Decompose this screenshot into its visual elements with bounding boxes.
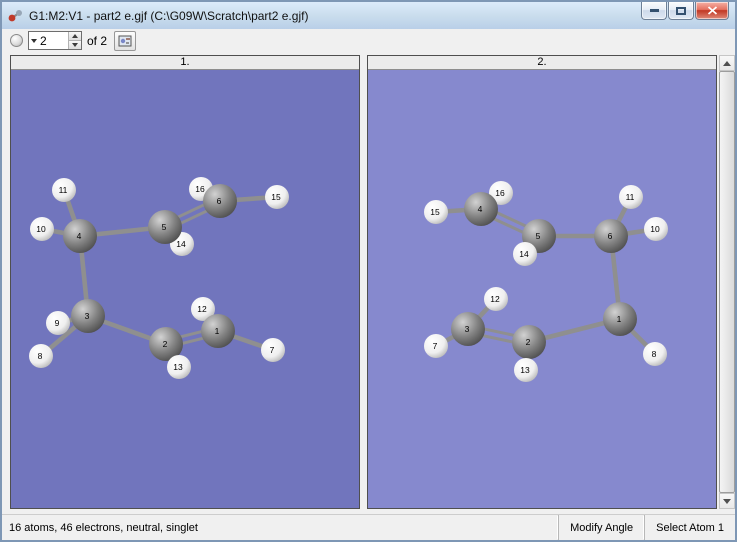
frame-number-input[interactable]: 2 xyxy=(37,32,68,49)
close-button[interactable] xyxy=(695,2,729,20)
molecule-canvas-2[interactable]: 16 4 15 5 14 6 11 10 1 8 2 13 3 12 7 xyxy=(368,70,716,508)
arrow-down-icon xyxy=(72,43,78,47)
atom-label-11: 11 xyxy=(59,185,68,195)
atom-label-14: 14 xyxy=(519,249,529,259)
atom-label-2: 2 xyxy=(163,339,168,349)
frame-panel-1[interactable]: 1. 16 14 6 15 5 11 10 4 3 9 8 12 1 2 13 7 xyxy=(10,55,360,509)
minimize-button[interactable] xyxy=(641,2,667,20)
atom-label-16: 16 xyxy=(195,184,205,194)
atom-label-13: 13 xyxy=(520,365,530,375)
atom-label-5: 5 xyxy=(162,222,167,232)
scroll-up-button[interactable] xyxy=(719,55,735,71)
frame-spin-down-button[interactable] xyxy=(69,40,81,49)
atom-label-9: 9 xyxy=(55,318,60,328)
window-title: G1:M2:V1 - part2 e.gjf (C:\G09W\Scratch\… xyxy=(29,8,309,23)
scroll-up-icon xyxy=(723,60,731,66)
vertical-scrollbar[interactable] xyxy=(719,55,735,509)
atom-label-11: 11 xyxy=(626,192,635,202)
atom-label-1: 1 xyxy=(617,314,622,324)
window-controls xyxy=(641,2,729,20)
atom-label-8: 8 xyxy=(38,351,43,361)
atom-label-4: 4 xyxy=(77,231,82,241)
status-info: 16 atoms, 46 electrons, neutral, singlet xyxy=(9,521,198,534)
atom-label-10: 10 xyxy=(650,224,660,234)
atom-label-5: 5 xyxy=(536,231,541,241)
minimize-icon xyxy=(649,9,659,12)
atom-label-6: 6 xyxy=(217,196,222,206)
app-icon xyxy=(8,8,24,24)
close-icon xyxy=(707,6,718,15)
status-mode: Modify Angle xyxy=(558,515,644,540)
scroll-down-button[interactable] xyxy=(719,493,735,509)
dropdown-caret-icon xyxy=(29,32,37,49)
atom-label-3: 3 xyxy=(85,311,90,321)
atom-label-13: 13 xyxy=(173,362,183,372)
atom-label-10: 10 xyxy=(36,224,46,234)
atom-label-8: 8 xyxy=(652,349,657,359)
atom-label-6: 6 xyxy=(608,231,613,241)
frame-panel-1-header: 1. xyxy=(11,56,359,70)
atom-label-12: 12 xyxy=(490,294,500,304)
frame-spinner[interactable]: 2 xyxy=(28,31,82,50)
atom-label-15: 15 xyxy=(271,192,281,202)
frame-spin-up-button[interactable] xyxy=(69,32,81,40)
frame-spin-arrows xyxy=(68,32,81,49)
atom-label-1: 1 xyxy=(215,326,220,336)
frames-area: 1. 16 14 6 15 5 11 10 4 3 9 8 12 1 2 13 7 2. 16 4 15 5 14 6 1… xyxy=(2,52,735,514)
frame-total-label: of 2 xyxy=(87,33,108,48)
frame-indicator-icon[interactable] xyxy=(10,34,23,47)
frame-toolbar: 2 of 2 xyxy=(2,29,735,52)
atom-label-7: 7 xyxy=(270,345,275,355)
maximize-button[interactable] xyxy=(668,2,694,20)
atom-label-16: 16 xyxy=(495,188,505,198)
atom-label-7: 7 xyxy=(433,341,438,351)
titlebar[interactable]: G1:M2:V1 - part2 e.gjf (C:\G09W\Scratch\… xyxy=(2,2,735,29)
atom-label-15: 15 xyxy=(430,207,440,217)
molecule-canvas-1[interactable]: 16146 155111043981212137 xyxy=(11,70,359,508)
frame-panel-2-header: 2. xyxy=(368,56,716,70)
status-selection: Select Atom 1 xyxy=(644,515,735,540)
scroll-down-icon xyxy=(723,498,731,504)
gaussview-window: G1:M2:V1 - part2 e.gjf (C:\G09W\Scratch\… xyxy=(0,0,737,542)
scrollbar-thumb[interactable] xyxy=(719,71,735,493)
frame-tool-icon xyxy=(118,34,132,48)
atom-label-2: 2 xyxy=(526,337,531,347)
frame-tool-button[interactable] xyxy=(114,30,137,51)
frame-panel-2[interactable]: 2. 16 4 15 5 14 6 11 10 1 8 2 13 3 12 7 xyxy=(367,55,717,509)
atom-label-3: 3 xyxy=(465,324,470,334)
atom-label-4: 4 xyxy=(478,204,483,214)
status-bar: 16 atoms, 46 electrons, neutral, singlet… xyxy=(2,514,735,540)
atom-label-14: 14 xyxy=(176,239,186,249)
atom-label-12: 12 xyxy=(197,304,207,314)
arrow-up-icon xyxy=(72,34,78,38)
maximize-icon xyxy=(676,6,686,15)
